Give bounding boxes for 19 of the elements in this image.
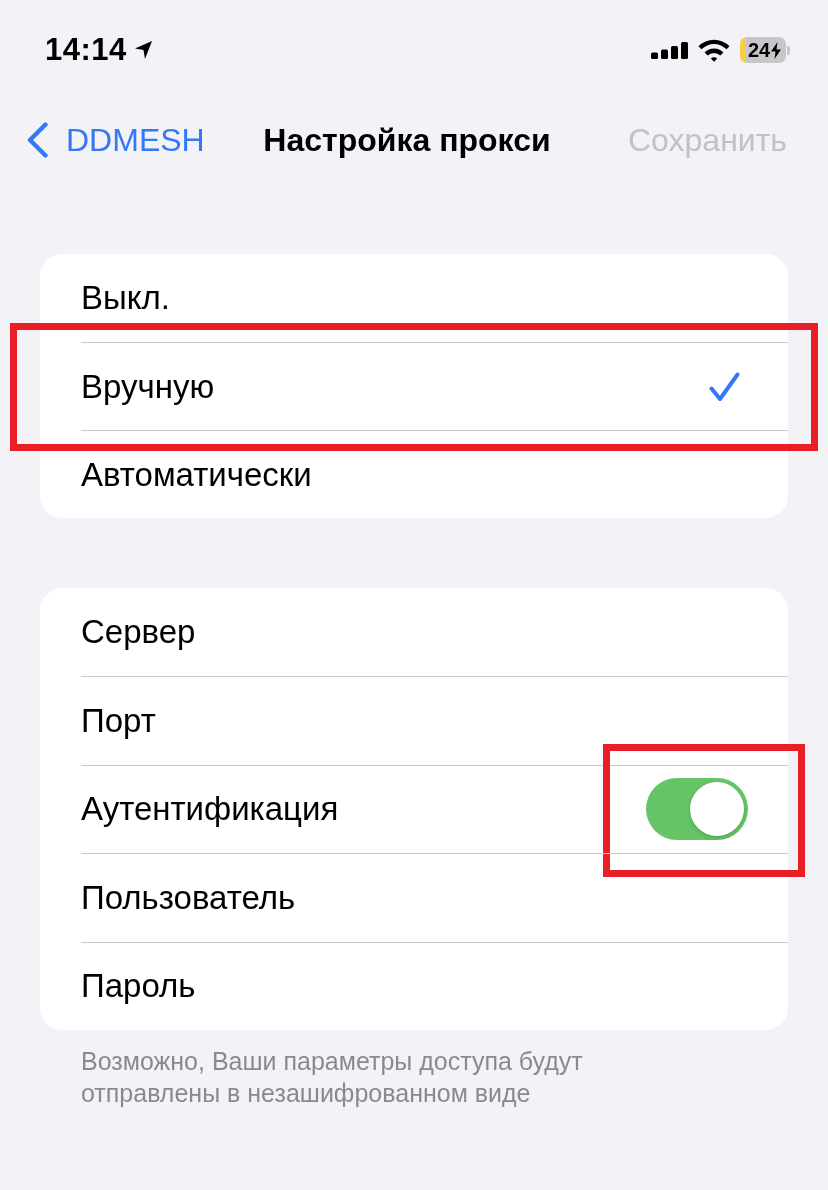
screen-title: Настройка прокси xyxy=(263,121,551,159)
location-arrow-icon xyxy=(133,40,153,60)
wifi-icon xyxy=(697,38,731,62)
setting-label: Пользователь xyxy=(81,878,296,917)
proxy-mode-option[interactable]: Выкл. xyxy=(81,254,788,342)
setting-label: Порт xyxy=(81,702,156,741)
back-chevron-icon xyxy=(27,122,48,158)
footer-note: Возможно, Ваши параметры доступа будут отправлены в незашифрованном виде xyxy=(81,1045,584,1109)
battery-percent: 24 xyxy=(747,40,771,60)
signal-bars-icon xyxy=(651,41,688,59)
checkmark-icon xyxy=(709,371,740,402)
setting-label: Аутентификация xyxy=(81,790,339,829)
setting-label: Пароль xyxy=(81,967,196,1006)
charging-bolt-icon xyxy=(771,41,782,59)
status-time: 14:14 xyxy=(45,32,127,68)
back-button[interactable]: DDMESH xyxy=(27,121,205,159)
proxy-mode-option[interactable]: Вручную xyxy=(81,342,788,430)
setting-label: Сервер xyxy=(81,613,196,652)
proxy-mode-option[interactable]: Автоматически xyxy=(81,430,788,518)
